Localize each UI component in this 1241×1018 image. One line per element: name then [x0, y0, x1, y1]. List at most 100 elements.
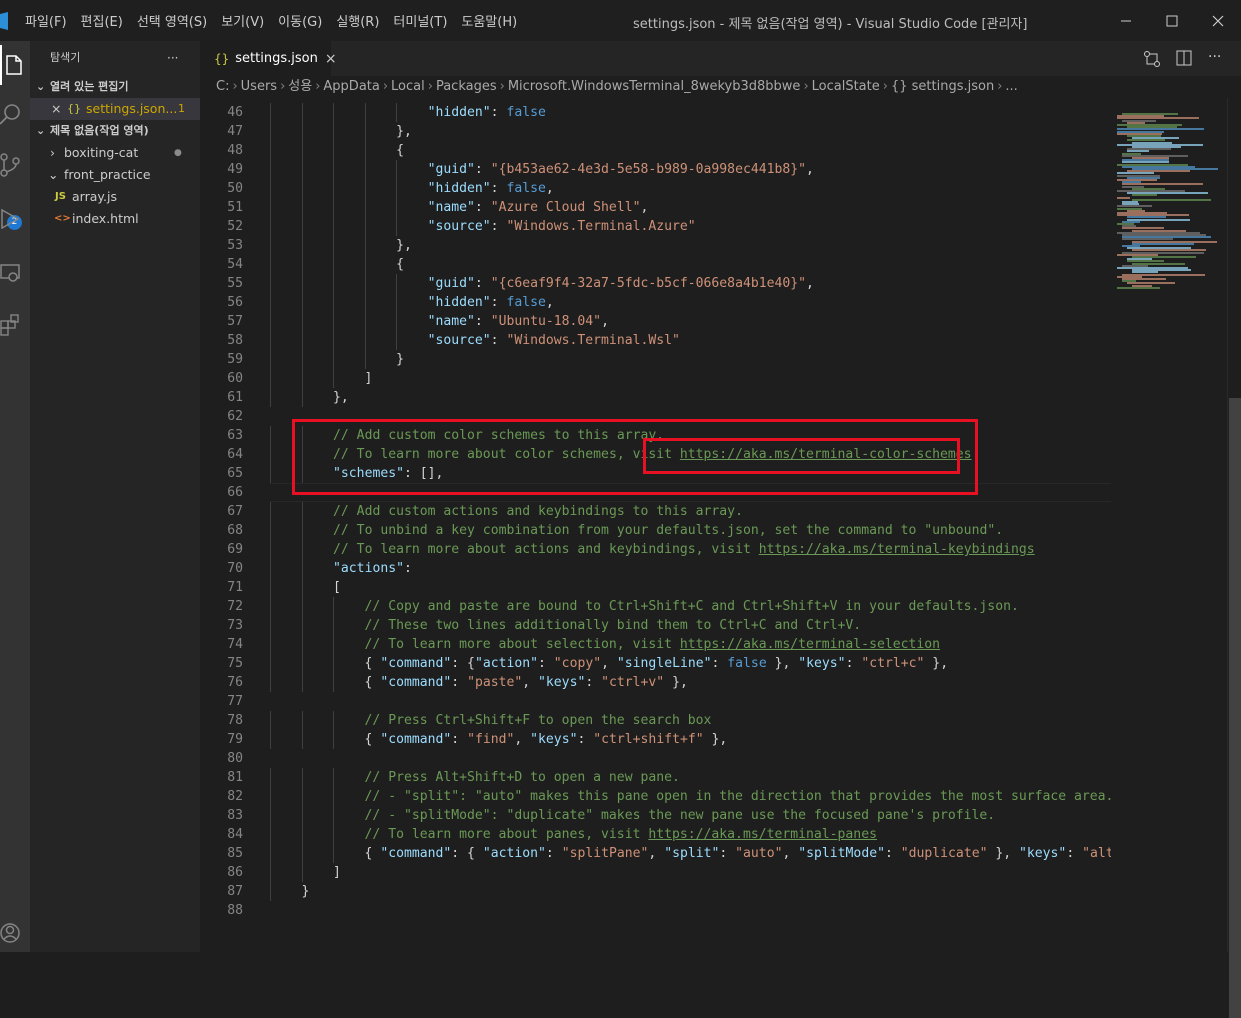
- line-number: 52: [227, 219, 243, 234]
- remote-explorer-button[interactable]: [0, 254, 30, 294]
- code-token: "Ubuntu-18.04": [490, 314, 602, 329]
- source-control-button[interactable]: [0, 145, 30, 185]
- indent-guide: [270, 768, 271, 787]
- code-token: "splitPane": [561, 846, 649, 861]
- menu-item[interactable]: 터미널(T): [386, 11, 454, 30]
- explorer-button[interactable]: [0, 45, 30, 85]
- indent-guide: [301, 141, 303, 160]
- indent-guide: [333, 806, 335, 825]
- minimap-line: [1117, 196, 1130, 199]
- extensions-button[interactable]: [0, 305, 30, 345]
- code-token: ,: [648, 846, 665, 861]
- code-text: // - "split": "auto" makes this pane ope…: [365, 787, 1111, 806]
- tree-item-front-practice[interactable]: ⌄ front_practice: [30, 164, 200, 186]
- more-actions-icon[interactable]: ···: [1208, 49, 1221, 65]
- close-icon[interactable]: ×: [51, 98, 61, 120]
- code-token: ,: [514, 732, 531, 747]
- tab-settings-json[interactable]: {} settings.json ×: [200, 41, 337, 76]
- search-icon: [0, 104, 20, 125]
- breadcrumb-item[interactable]: Packages: [436, 76, 497, 98]
- maximize-button[interactable]: [1149, 0, 1195, 41]
- minimap[interactable]: [1111, 98, 1227, 952]
- indent-guide: [364, 160, 366, 179]
- code-line: 46 "hidden": false: [200, 103, 1111, 122]
- scrollbar-thumb[interactable]: [1229, 398, 1241, 1018]
- indent-guide: [364, 255, 366, 274]
- close-icon[interactable]: ×: [325, 51, 337, 67]
- explorer-sidebar: 탐색기 ··· ⌄ 열려 있는 편집기 × {} settings.json..…: [30, 41, 200, 952]
- code-line: 48 {: [200, 141, 1111, 160]
- menu-item[interactable]: 이동(G): [271, 11, 329, 30]
- tree-item-array-js[interactable]: JS array.js: [30, 186, 200, 208]
- indent-guide: [301, 825, 303, 844]
- run-debug-button[interactable]: [0, 199, 30, 239]
- line-number: 84: [227, 827, 243, 842]
- breadcrumb-item[interactable]: AppData: [323, 76, 379, 98]
- code-line: 52 "source": "Windows.Terminal.Azure": [200, 217, 1111, 236]
- code-token: "actions": [333, 561, 404, 576]
- code-token: "command": [380, 675, 452, 690]
- indent-guide: [270, 274, 271, 293]
- breadcrumb-item[interactable]: C:: [216, 76, 229, 98]
- menu-item[interactable]: 실행(R): [329, 11, 386, 30]
- line-number: 85: [227, 846, 243, 861]
- account-button[interactable]: [0, 913, 30, 953]
- tree-item-index-html[interactable]: <> index.html: [30, 208, 200, 230]
- breadcrumb-item[interactable]: LocalState: [812, 76, 880, 98]
- menu-item[interactable]: 파일(F): [18, 11, 74, 30]
- code-link[interactable]: https://aka.ms/terminal-selection: [680, 637, 940, 652]
- code-line: 58 "source": "Windows.Terminal.Wsl": [200, 331, 1111, 350]
- code-text: // Press Ctrl+Shift+F to open the search…: [365, 711, 712, 730]
- code-token: false: [727, 656, 767, 671]
- breadcrumb-item[interactable]: Local: [391, 76, 425, 98]
- chevron-down-icon: ⌄: [48, 167, 59, 182]
- indent-guide: [396, 103, 398, 122]
- close-icon: [1212, 15, 1224, 26]
- line-number: 58: [227, 333, 243, 348]
- minimize-button[interactable]: [1103, 0, 1149, 41]
- code-token: // Press Alt+Shift+D to open a new pane.: [364, 770, 680, 785]
- open-editor-item[interactable]: × {} settings.json... 1: [30, 98, 200, 120]
- vertical-scrollbar[interactable]: [1227, 98, 1241, 1018]
- code-token: "action": [482, 846, 546, 861]
- code-token: "name": [427, 314, 475, 329]
- breadcrumb-item[interactable]: Microsoft.WindowsTerminal_8wekyb3d8bbwe: [508, 76, 801, 98]
- indent-guide: [333, 616, 335, 635]
- breadcrumb-item[interactable]: 성용: [288, 76, 312, 98]
- line-number: 54: [227, 257, 243, 272]
- indent-guide: [270, 578, 271, 597]
- folder-name: front_practice: [64, 167, 151, 182]
- json-file-icon: {}: [214, 51, 230, 66]
- code-text: "actions":: [333, 559, 412, 578]
- more-actions-icon[interactable]: ···: [167, 47, 178, 69]
- code-link[interactable]: https://aka.ms/terminal-panes: [648, 827, 877, 842]
- open-changes-button[interactable]: [1143, 50, 1161, 72]
- menu-item[interactable]: 보기(V): [214, 11, 271, 30]
- code-token: "hidden": [427, 181, 491, 196]
- indent-guide: [270, 654, 271, 673]
- code-text: {: [396, 141, 404, 160]
- close-window-button[interactable]: [1195, 0, 1241, 41]
- code-editor[interactable]: 46 "hidden": false 47}, 48{49 "guid": "{b453…: [200, 98, 1111, 952]
- breadcrumb-item[interactable]: ...: [1005, 76, 1017, 98]
- html-file-icon: <>: [54, 213, 71, 224]
- workspace-section[interactable]: ⌄ 제목 없음(작업 영역): [30, 120, 200, 142]
- menu-item[interactable]: 선택 영역(S): [130, 11, 214, 30]
- color-schemes-link-highlight-box: [643, 438, 960, 474]
- code-line: 80: [200, 749, 1111, 768]
- line-number: 46: [227, 105, 243, 120]
- search-button[interactable]: [0, 95, 30, 135]
- menu-item[interactable]: 편집(E): [74, 11, 130, 30]
- line-number: 51: [227, 200, 243, 215]
- indent-guide: [270, 331, 271, 350]
- line-number: 48: [227, 143, 243, 158]
- code-link[interactable]: https://aka.ms/terminal-keybindings: [759, 542, 1035, 557]
- open-editors-section[interactable]: ⌄ 열려 있는 편집기: [30, 76, 200, 98]
- code-token: :: [474, 162, 491, 177]
- tree-item-boxiting-cat[interactable]: › boxiting-cat ●: [30, 142, 200, 164]
- menu-item[interactable]: 도움말(H): [454, 11, 524, 30]
- breadcrumb-item[interactable]: {} settings.json: [891, 76, 994, 98]
- code-token: ,: [601, 656, 617, 671]
- split-editor-button[interactable]: [1176, 50, 1192, 70]
- breadcrumb-item[interactable]: Users: [241, 76, 277, 98]
